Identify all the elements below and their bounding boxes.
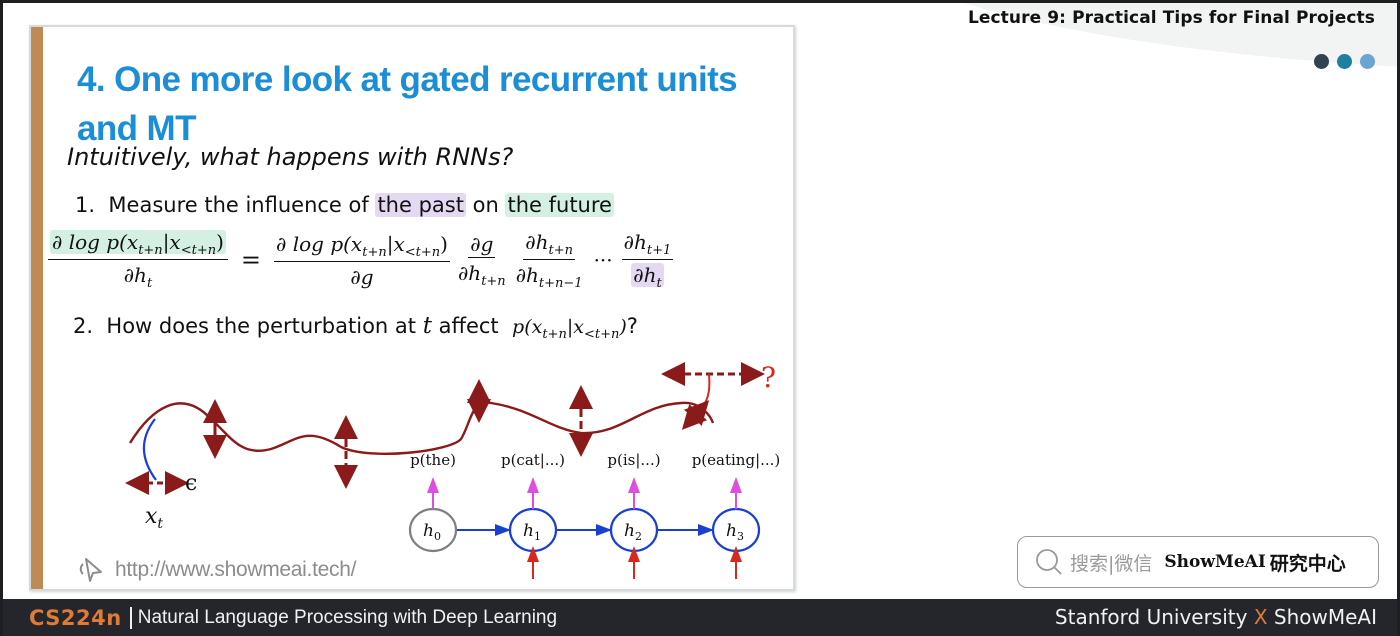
slide-subtitle: Intuitively, what happens with RNNs? bbox=[67, 143, 514, 171]
dot-1 bbox=[1314, 54, 1329, 69]
highlight-the-past: the past bbox=[375, 193, 466, 217]
rhs-fraction-1: ∂ log p(xt+n|x<t+n) ∂g bbox=[274, 231, 450, 289]
input-word-label: the bbox=[520, 586, 546, 591]
course-name: Natural Language Processing with Deep Le… bbox=[137, 606, 558, 628]
lhs-denominator: ∂ht bbox=[123, 262, 153, 291]
wechat-search-box[interactable]: 搜索|微信 ShowMeAI 研究中心 bbox=[1017, 536, 1379, 588]
item-text: Measure the influence of bbox=[108, 193, 376, 217]
list-item-1: 1. Measure the influence of the past on … bbox=[75, 193, 614, 217]
gradient-equation: ∂ log p(xt+n|x<t+n) ∂ht = ∂ log p(xt+n|x… bbox=[45, 227, 676, 293]
rnn-perturbation-diagram: ϵ xt ? h0p(the)h1p(cat|...)theh2p(is|...… bbox=[125, 361, 781, 591]
output-label: p(eating|...) bbox=[692, 451, 781, 469]
item-number: 2. bbox=[73, 314, 94, 338]
footer-credit: Stanford University X ShowMeAI bbox=[1054, 605, 1377, 629]
search-icon bbox=[1036, 549, 1062, 575]
highlight-ht: ∂ht bbox=[631, 262, 664, 291]
trajectory-curve bbox=[128, 401, 715, 456]
rhs-fraction-3: ∂ht+n ∂ht+n−1 bbox=[515, 229, 583, 291]
cursor-icon bbox=[79, 558, 102, 582]
course-code: CS224n bbox=[29, 605, 122, 630]
watermark-url[interactable]: http://www.showmeai.tech/ bbox=[115, 558, 356, 582]
item-text: How does the perturbation at bbox=[106, 314, 423, 338]
output-label: p(is|...) bbox=[607, 451, 660, 469]
xt-label: xt bbox=[145, 504, 163, 532]
epsilon-label: ϵ bbox=[185, 471, 197, 496]
lecture-title: Lecture 9: Practical Tips for Final Proj… bbox=[967, 8, 1375, 28]
question-mark: ? bbox=[761, 361, 776, 394]
rhs-fraction-4: ∂ht+1 ∂ht bbox=[621, 229, 674, 291]
output-label: p(cat|...) bbox=[501, 451, 565, 469]
rnn-unrolled: h0p(the)h1p(cat|...)theh2p(is|...)cath3p… bbox=[408, 451, 781, 591]
header-dots bbox=[1314, 54, 1375, 69]
prob-expression: p(xt+n|x<t+n) bbox=[512, 316, 627, 342]
lhs-numerator: ∂ log p(xt+n|x<t+n) bbox=[50, 229, 226, 258]
item-text-mid: on bbox=[465, 193, 506, 217]
item-number: 1. bbox=[75, 193, 96, 217]
slide: 4. One more look at gated recurrent unit… bbox=[29, 25, 795, 591]
dot-3 bbox=[1360, 54, 1375, 69]
lhs-fraction: ∂ log p(xt+n|x<t+n) ∂ht bbox=[48, 229, 228, 291]
output-label: p(the) bbox=[410, 451, 456, 469]
search-hint: 搜索|微信 bbox=[1070, 552, 1153, 575]
perturbation-curve bbox=[142, 418, 157, 481]
slide-title: 4. One more look at gated recurrent unit… bbox=[77, 60, 738, 148]
search-brand: ShowMeAI bbox=[1164, 552, 1266, 572]
footer-divider bbox=[129, 606, 132, 629]
rhs-fraction-2: ∂g ∂ht+n bbox=[457, 231, 506, 289]
footer-bar: CS224n Natural Language Processing with … bbox=[3, 599, 1397, 636]
watermark-link[interactable]: http://www.showmeai.tech/ bbox=[77, 555, 356, 585]
ellipsis: ··· bbox=[593, 248, 613, 272]
footer-x: X bbox=[1253, 605, 1268, 629]
screen: Lecture 9: Practical Tips for Final Proj… bbox=[0, 0, 1400, 636]
var-t: t bbox=[422, 313, 432, 339]
input-word-label: is bbox=[729, 586, 742, 591]
input-word-label: cat bbox=[622, 586, 648, 591]
equals-sign: = bbox=[240, 246, 262, 274]
highlight-the-future: the future bbox=[505, 193, 614, 217]
dot-2 bbox=[1337, 54, 1352, 69]
search-brand-cn: 研究中心 bbox=[1269, 552, 1346, 575]
